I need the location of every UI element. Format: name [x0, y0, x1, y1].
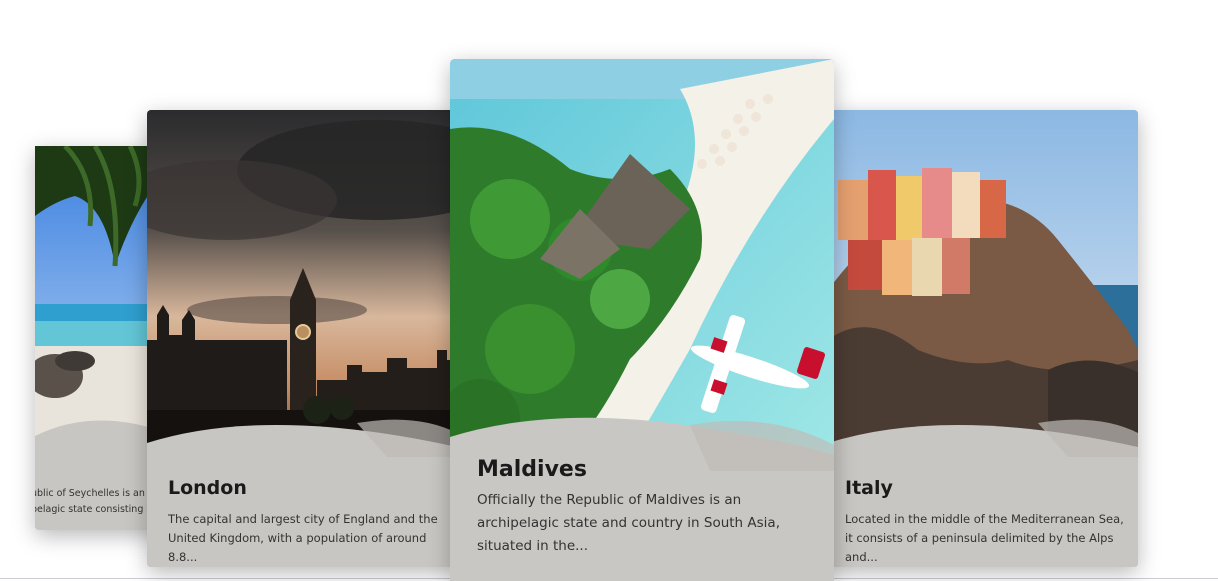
card-info: Italy Located in the middle of the Medit… — [828, 419, 1138, 567]
card-description: The capital and largest city of England … — [168, 512, 438, 564]
card-description: Located in the middle of the Mediterrane… — [845, 512, 1124, 564]
card-info: Maldives Officially the Republic of Mald… — [450, 417, 834, 581]
wave-divider — [147, 419, 457, 457]
destination-card-italy[interactable]: Italy Located in the middle of the Medit… — [828, 110, 1138, 567]
destination-card-maldives[interactable]: Maldives Officially the Republic of Mald… — [450, 59, 834, 581]
card-description: Officially the Republic of Maldives is a… — [477, 492, 780, 554]
card-title: Italy — [845, 477, 893, 499]
maldives-island-image — [450, 59, 834, 469]
card-title: Maldives — [477, 457, 587, 482]
card-info: London The capital and largest city of E… — [147, 419, 457, 567]
destination-card-london[interactable]: London The capital and largest city of E… — [147, 110, 457, 567]
wave-divider — [828, 419, 1138, 457]
card-title: London — [168, 477, 247, 499]
london-skyline-image — [147, 110, 457, 455]
italy-cinque-terre-image — [828, 110, 1138, 455]
